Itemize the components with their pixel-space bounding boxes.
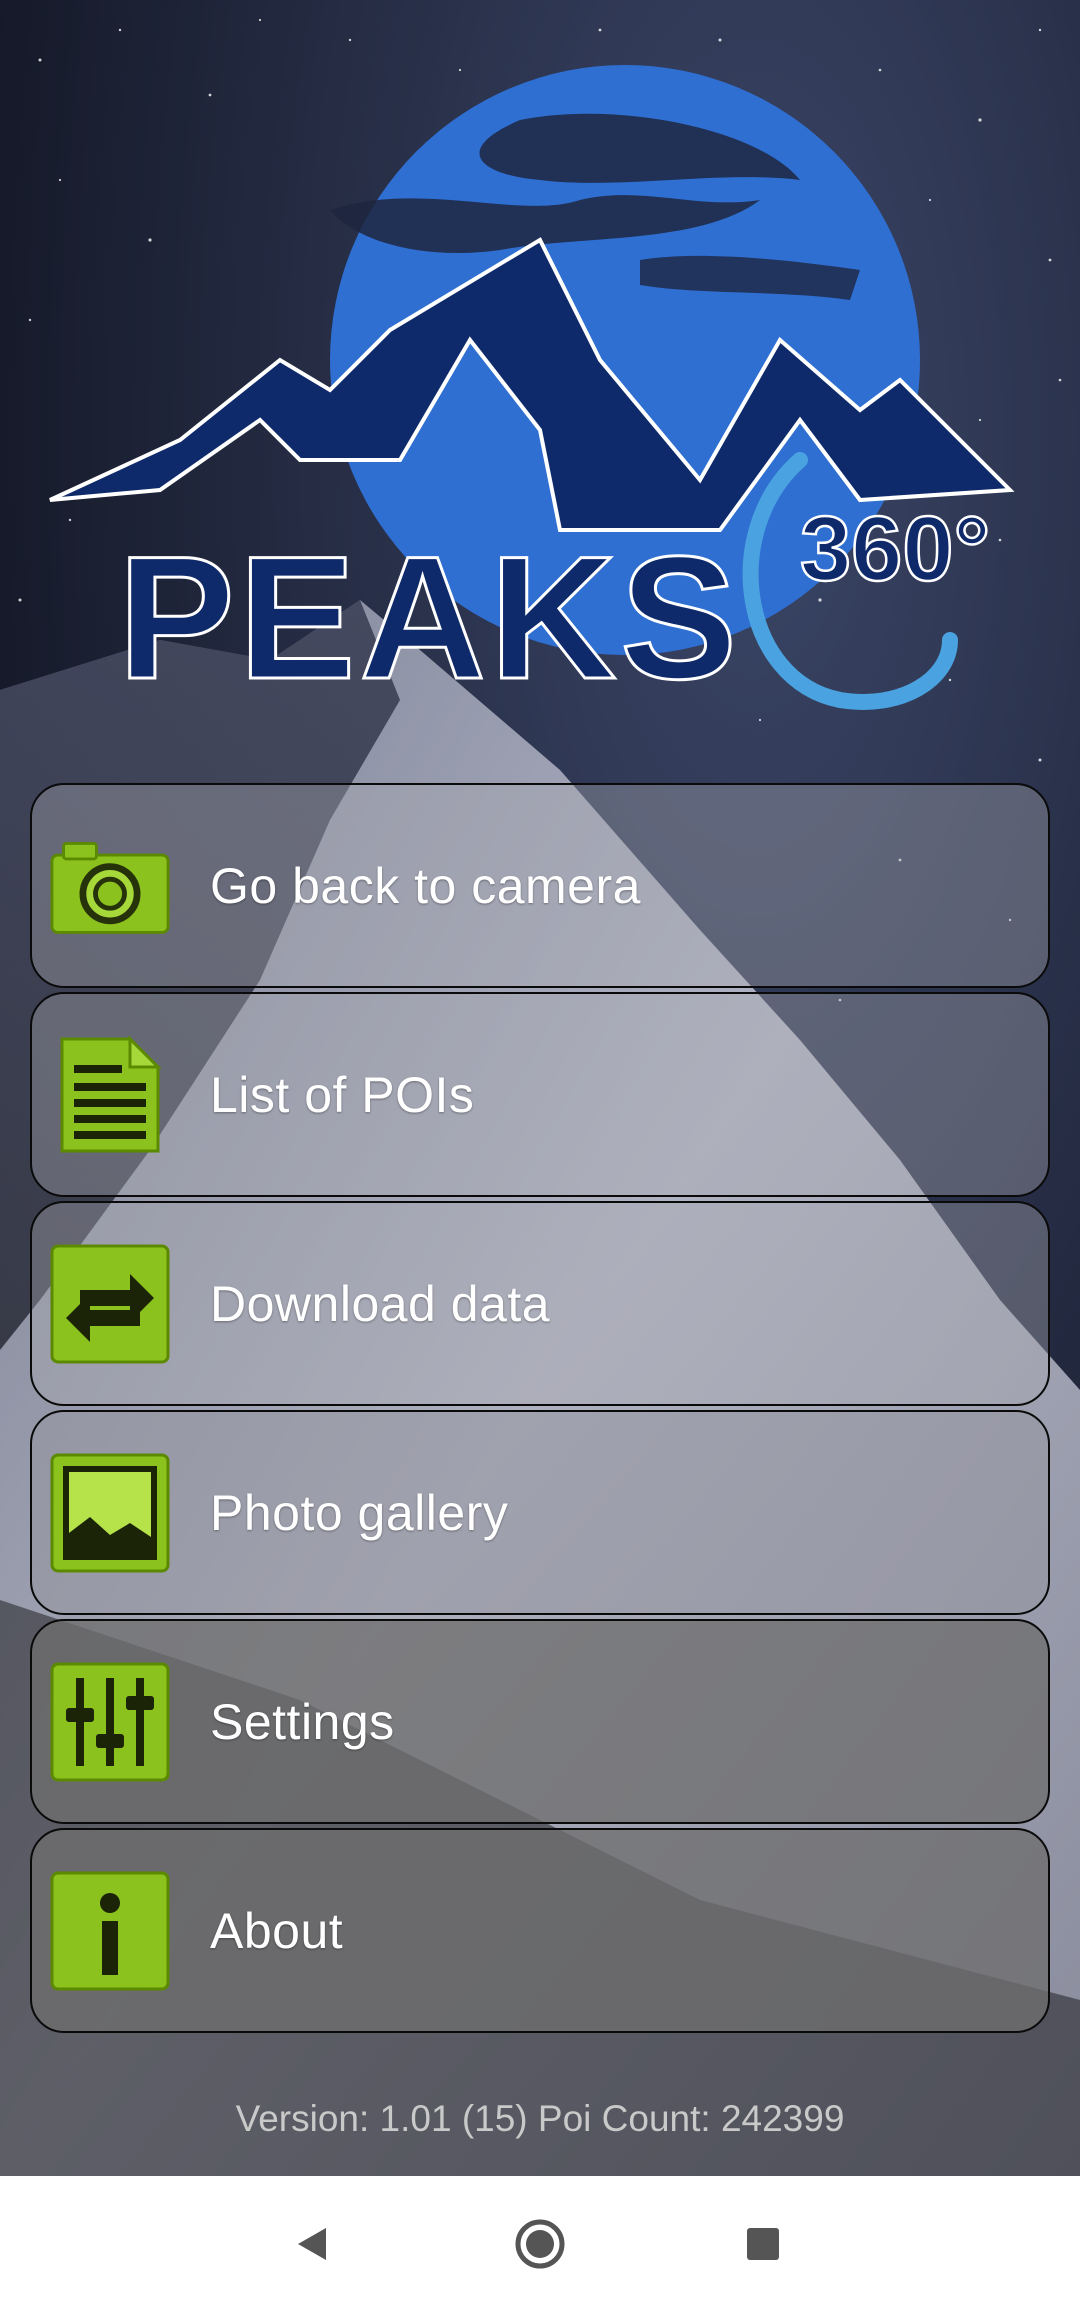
- menu-item-about[interactable]: About: [30, 1828, 1050, 2033]
- back-icon: [298, 2228, 326, 2260]
- app-screen: PEAKS 360° Go back to camera List of POI…: [0, 0, 1080, 2176]
- transfer-arrows-icon: [50, 1244, 170, 1364]
- peaks-360-logo: PEAKS 360°: [49, 65, 1015, 718]
- menu-item-label: Settings: [210, 1693, 395, 1750]
- menu-item-download-data[interactable]: Download data: [30, 1201, 1050, 1406]
- main-menu: Go back to camera List of POIs Download …: [30, 783, 1050, 2037]
- version-text: Version: 1.01 (15) Poi Count: 242399: [235, 2098, 845, 2139]
- home-icon: [515, 2219, 565, 2269]
- back-button[interactable]: [272, 2204, 352, 2284]
- menu-item-photo-gallery[interactable]: Photo gallery: [30, 1410, 1050, 1615]
- document-icon: [50, 1034, 170, 1155]
- menu-item-label: List of POIs: [210, 1066, 475, 1123]
- menu-item-label: Photo gallery: [210, 1484, 509, 1541]
- logo-degrees: 360°: [800, 498, 990, 600]
- recents-icon: [747, 2228, 779, 2260]
- menu-item-camera[interactable]: Go back to camera: [30, 783, 1050, 988]
- menu-item-label: About: [210, 1902, 344, 1959]
- picture-icon: [50, 1453, 170, 1573]
- sliders-icon: [50, 1662, 170, 1782]
- menu-item-list-of-pois[interactable]: List of POIs: [30, 992, 1050, 1197]
- menu-item-settings[interactable]: Settings: [30, 1619, 1050, 1824]
- recents-button[interactable]: [723, 2204, 803, 2284]
- home-button[interactable]: [500, 2204, 580, 2284]
- info-icon: [50, 1871, 170, 1991]
- camera-icon: [50, 826, 170, 946]
- menu-item-label: Download data: [210, 1275, 551, 1332]
- system-navigation-bar: [0, 2176, 1080, 2307]
- menu-item-label: Go back to camera: [210, 857, 641, 914]
- logo-word: PEAKS: [118, 521, 741, 716]
